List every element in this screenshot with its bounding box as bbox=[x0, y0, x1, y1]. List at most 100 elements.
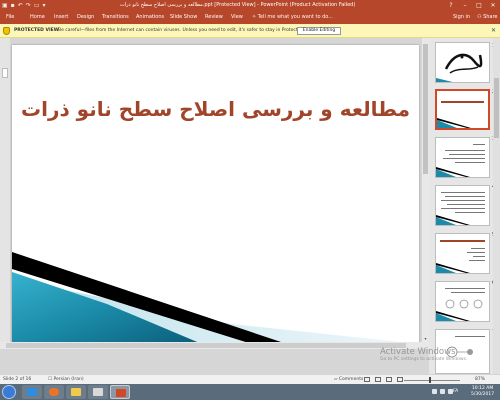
ruler-marker-icon bbox=[2, 68, 8, 78]
thumbnail-text-line bbox=[455, 336, 485, 337]
network-icon[interactable] bbox=[432, 389, 437, 394]
tab-design[interactable]: Design bbox=[77, 11, 94, 24]
powerpoint-taskbar-icon[interactable] bbox=[110, 385, 130, 399]
tab-insert[interactable]: Insert bbox=[54, 11, 68, 24]
tab-review[interactable]: Review bbox=[205, 11, 223, 24]
thumbnail-text-line bbox=[455, 162, 485, 163]
powerpoint-window: ▣ ▪ ↶ ↷ ▭ ▾ مطالعه و بررسی اصلاح سطح نان… bbox=[0, 0, 500, 400]
sign-in-link[interactable]: Sign in bbox=[453, 11, 470, 24]
thumbnail-text-line bbox=[451, 292, 485, 293]
protected-view-bar: PROTECTED VIEW Be careful—files from the… bbox=[0, 24, 500, 38]
window-title: مطالعه و بررسی اصلاح سطح نانو ذرات.ppt [… bbox=[120, 2, 356, 8]
volume-icon[interactable] bbox=[440, 389, 445, 394]
tab-home[interactable]: Home bbox=[30, 11, 45, 24]
scrollbar-thumb[interactable] bbox=[6, 343, 406, 348]
tab-transitions[interactable]: Transitions bbox=[102, 11, 129, 24]
window-controls: ? – □ ✕ bbox=[444, 0, 500, 11]
thumbnail-text-line bbox=[441, 192, 485, 193]
maximize-button[interactable]: □ bbox=[472, 0, 486, 11]
enable-editing-button[interactable]: Enable Editing bbox=[297, 27, 341, 35]
tell-me-search[interactable]: ✧ Tell me what you want to do... bbox=[252, 11, 333, 24]
current-slide[interactable]: مطالعه و بررسی اصلاح سطح نانو ذرات bbox=[12, 45, 419, 344]
thumbnail-title-bar bbox=[440, 240, 485, 242]
thumbnail-slide[interactable] bbox=[435, 233, 490, 274]
thumbnail-text-line bbox=[441, 208, 485, 209]
tab-view[interactable]: View bbox=[231, 11, 243, 24]
thumbnail-text-line bbox=[449, 154, 485, 155]
slide-thumbnails-pane: 1 ★ 2 ★ 3 ★ bbox=[429, 38, 500, 374]
tell-me-text: Tell me what you want to do... bbox=[257, 14, 334, 20]
share-label: Share bbox=[483, 14, 498, 20]
slide-sorter-icon[interactable] bbox=[375, 377, 381, 382]
share-button[interactable]: ⚇ Share bbox=[477, 11, 498, 24]
watermark-subtitle: Go to PC settings to activate Windows. bbox=[380, 357, 468, 362]
thumbnail-slide[interactable] bbox=[435, 185, 490, 226]
tab-file[interactable]: File bbox=[6, 11, 14, 24]
watermark-title: Activate Windows bbox=[380, 347, 456, 357]
thumbnail-text-line bbox=[473, 144, 485, 145]
thumbnail-text-line bbox=[441, 200, 485, 201]
thumbnail-title-bar bbox=[441, 101, 484, 103]
scrollbar-thumb[interactable] bbox=[494, 78, 499, 138]
comments-label: Comments bbox=[338, 377, 364, 382]
zoom-slider-thumb[interactable] bbox=[429, 377, 431, 383]
clock-date: 5/30/2017 bbox=[471, 392, 495, 397]
thumbnails-scrollbar[interactable] bbox=[493, 38, 500, 374]
firefox-icon[interactable] bbox=[44, 385, 64, 399]
thumbnail-text-line bbox=[445, 150, 485, 151]
thumbnail-text-line bbox=[455, 212, 485, 213]
powerpoint-logo-icon: ▣ bbox=[2, 2, 8, 9]
windows-taskbar: FA 10:12 AM 5/30/2017 bbox=[0, 384, 500, 400]
system-tray bbox=[432, 389, 453, 394]
status-bar: Slide 2 of 16 ☐ Persian (Iran) ▱ Comment… bbox=[0, 374, 500, 384]
normal-view-icon[interactable] bbox=[364, 377, 370, 382]
slide-title[interactable]: مطالعه و بررسی اصلاح سطح نانو ذرات bbox=[12, 97, 419, 121]
thumbnail-diagram bbox=[445, 299, 483, 309]
start-button-icon[interactable] bbox=[2, 385, 16, 399]
file-explorer-icon[interactable] bbox=[66, 385, 86, 399]
thumbnail-text-line bbox=[469, 260, 485, 261]
save-icon[interactable]: ▪ bbox=[11, 1, 15, 10]
clock[interactable]: 10:12 AM 5/30/2017 bbox=[471, 386, 494, 398]
thumbnail-slide[interactable] bbox=[435, 281, 490, 322]
thumbnail-slide[interactable] bbox=[435, 42, 490, 83]
protected-view-label: PROTECTED VIEW bbox=[14, 28, 59, 33]
thumbnail-wedge bbox=[436, 215, 470, 225]
thumbnail-text-line bbox=[443, 158, 485, 159]
scrollbar-thumb[interactable] bbox=[423, 44, 428, 174]
slideshow-view-icon[interactable] bbox=[397, 377, 403, 382]
undo-icon[interactable]: ↶ bbox=[18, 1, 23, 10]
slide-decoration bbox=[12, 252, 419, 344]
slideshow-icon[interactable]: ▭ bbox=[34, 1, 40, 10]
ribbon-tabs: File Home Insert Design Transitions Anim… bbox=[0, 11, 500, 24]
calligraphy-image bbox=[436, 53, 483, 82]
thumbnail-text-line bbox=[447, 204, 485, 205]
thumbnail-text-line bbox=[445, 196, 485, 197]
thumbnail-slide[interactable] bbox=[435, 137, 490, 178]
title-bar: ▣ ▪ ↶ ↷ ▭ ▾ مطالعه و بررسی اصلاح سطح نان… bbox=[0, 0, 500, 11]
input-language[interactable]: FA bbox=[453, 384, 458, 400]
tab-slide-show[interactable]: Slide Show bbox=[170, 11, 197, 24]
thumbnail-text-line bbox=[471, 248, 485, 249]
customize-qat-icon[interactable]: ▾ bbox=[42, 1, 45, 10]
reading-view-icon[interactable] bbox=[386, 377, 392, 382]
activate-windows-watermark: Activate Windows Go to PC settings to ac… bbox=[380, 347, 467, 363]
redo-icon[interactable]: ↷ bbox=[26, 1, 31, 10]
thumbnail-slide-selected[interactable] bbox=[435, 89, 490, 130]
horizontal-scrollbar[interactable] bbox=[0, 342, 429, 349]
tab-animations[interactable]: Animations bbox=[136, 11, 164, 24]
view-buttons bbox=[364, 377, 403, 382]
left-margin-strip bbox=[0, 38, 10, 342]
close-icon[interactable]: ✕ bbox=[491, 24, 496, 38]
help-button[interactable]: ? bbox=[444, 0, 458, 11]
zoom-slider[interactable] bbox=[404, 380, 460, 381]
thumbnail-text-line bbox=[467, 252, 485, 253]
internet-explorer-icon[interactable] bbox=[22, 385, 42, 399]
language-label: Persian (Iran) bbox=[53, 377, 84, 382]
thumbnail-text-line bbox=[473, 256, 485, 257]
minimize-button[interactable]: – bbox=[458, 0, 472, 11]
close-button[interactable]: ✕ bbox=[486, 0, 500, 11]
media-player-icon[interactable] bbox=[88, 385, 108, 399]
vertical-scrollbar[interactable]: ▾ bbox=[422, 38, 429, 342]
thumbnail-wedge bbox=[436, 263, 470, 273]
